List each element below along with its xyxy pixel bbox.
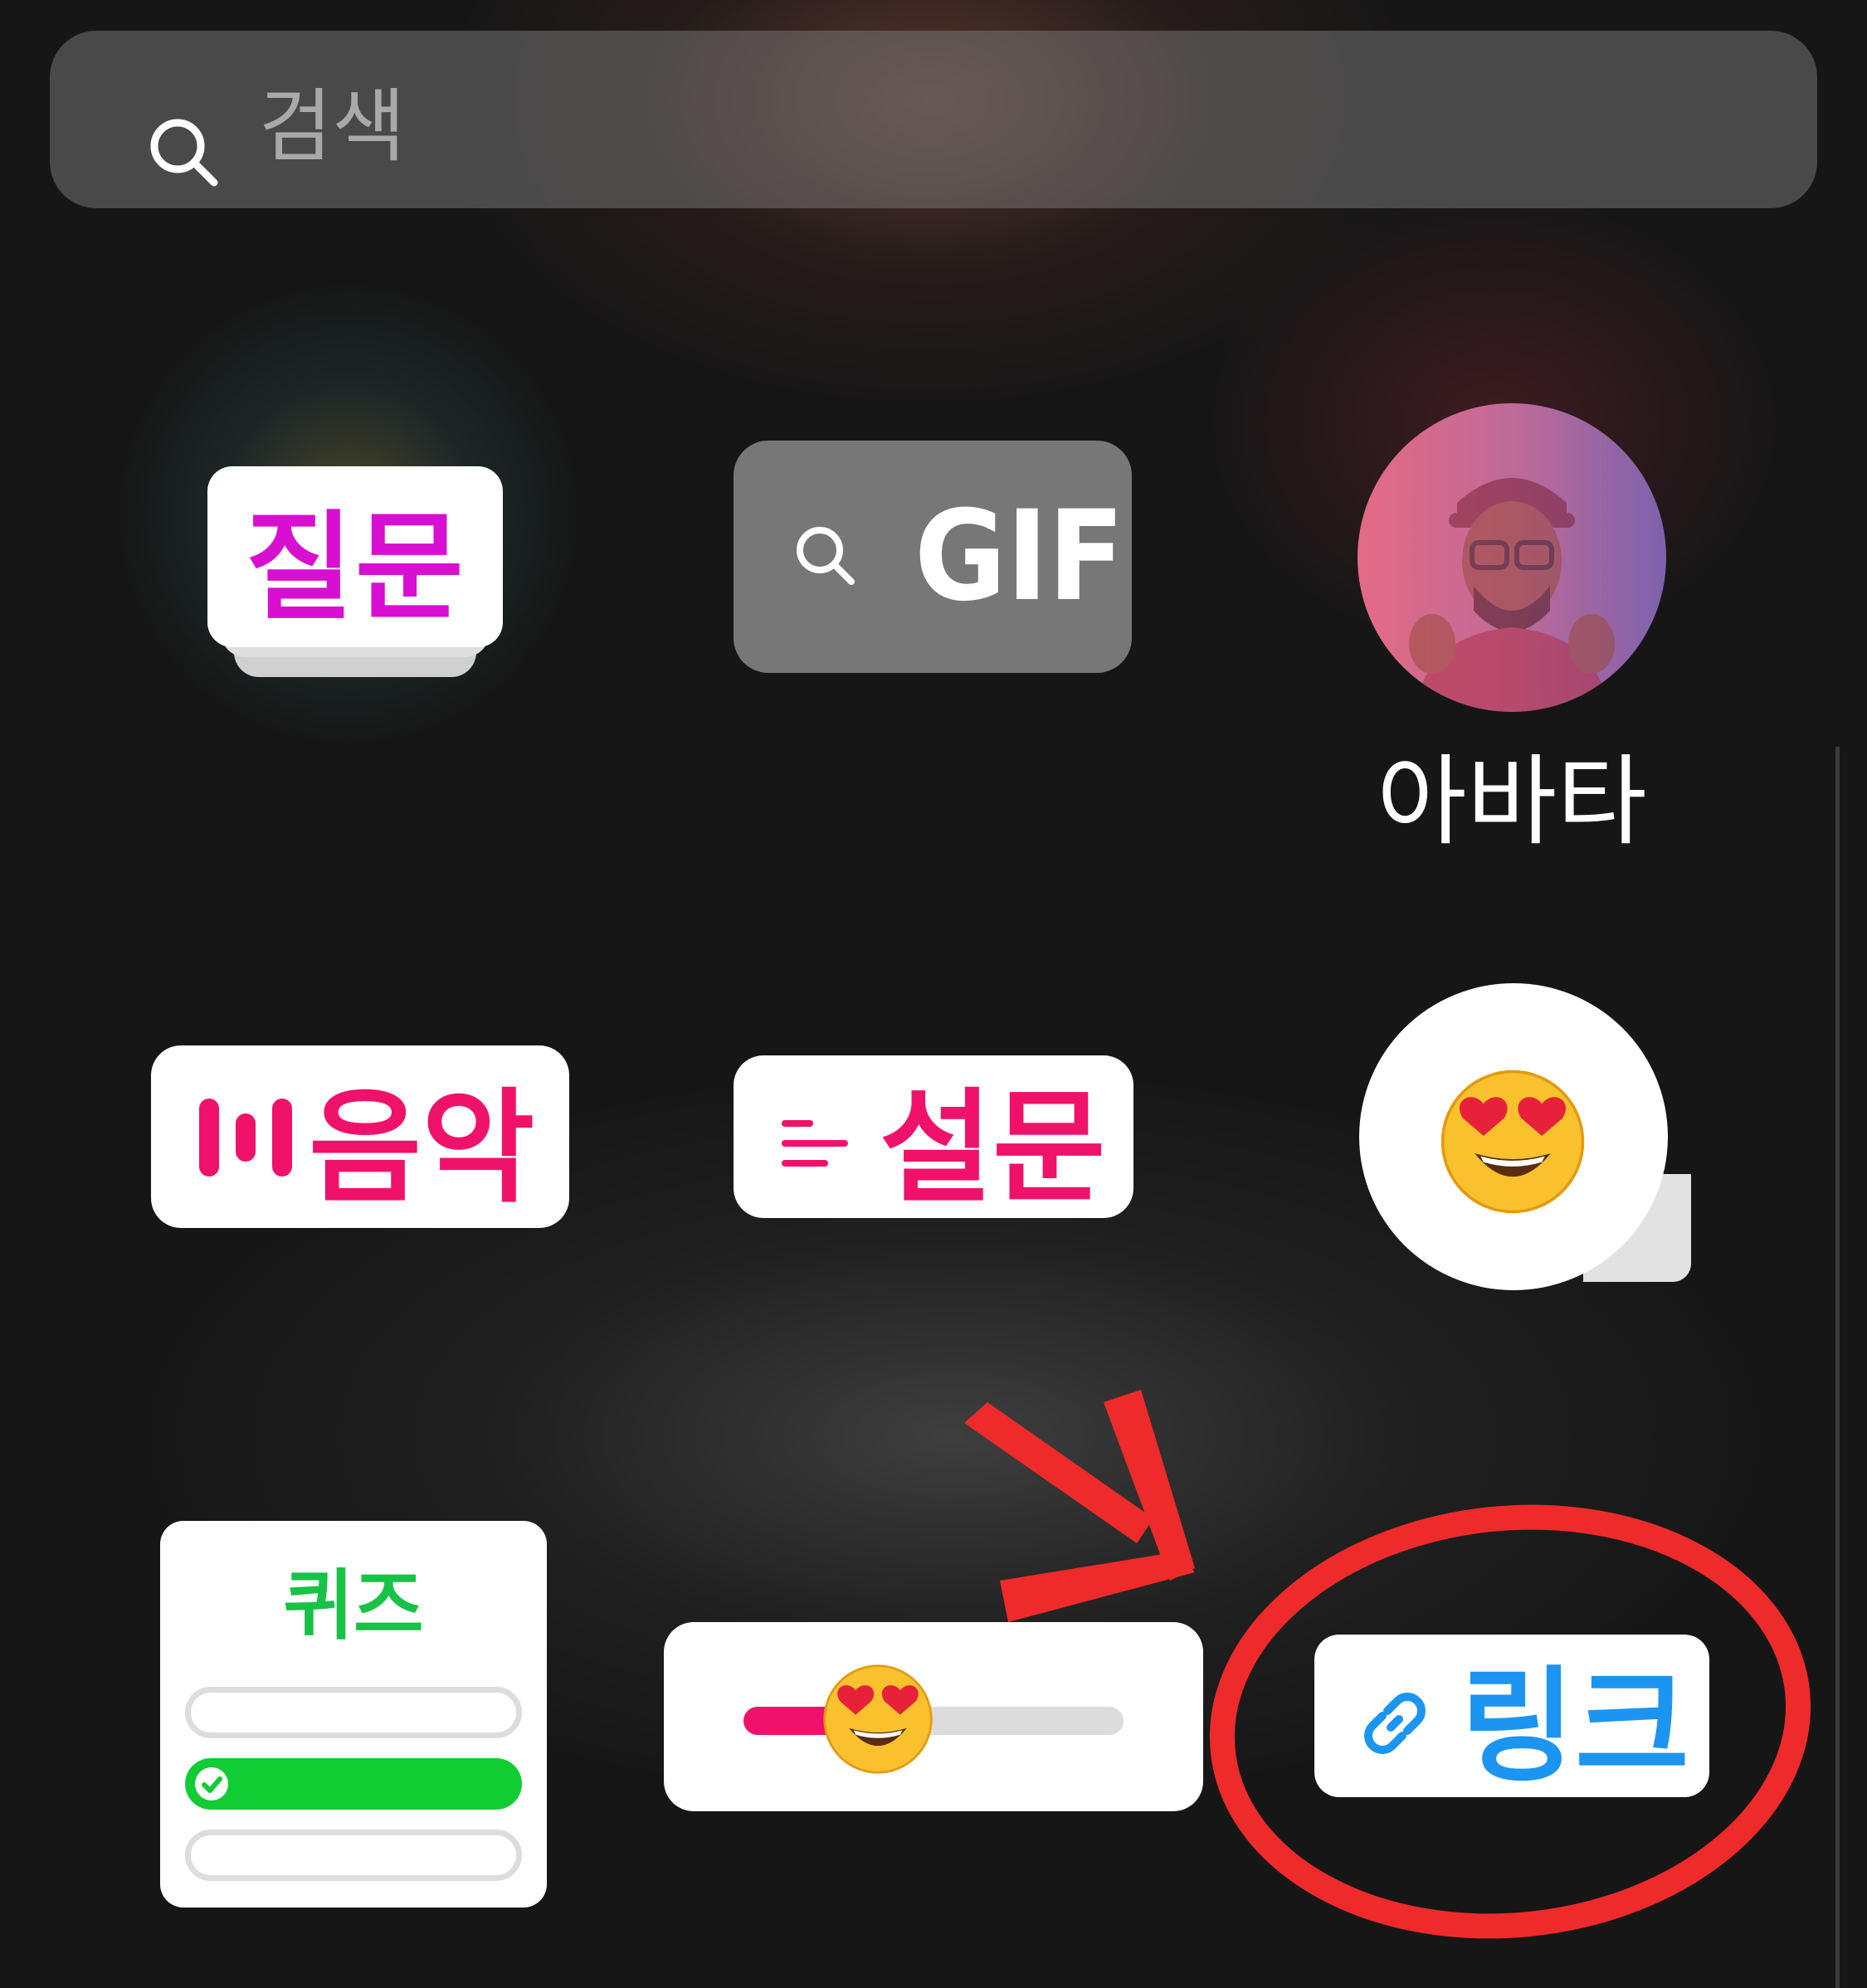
emoji-reaction-sticker[interactable] xyxy=(1359,983,1691,1290)
quiz-sticker-title: 퀴즈 xyxy=(283,1562,424,1650)
highlight-arrow xyxy=(964,1390,1195,1622)
search-placeholder: 검색 xyxy=(259,80,406,173)
quiz-sticker[interactable]: 퀴즈 xyxy=(160,1521,547,1908)
quiz-option xyxy=(185,1687,522,1738)
link-sticker[interactable]: 링크 xyxy=(1314,1635,1709,1800)
avatar-sticker[interactable]: 아바타 xyxy=(1358,403,1666,859)
quiz-option-correct xyxy=(185,1758,522,1810)
question-sticker[interactable]: 질문 xyxy=(207,466,503,677)
heart-eyes-emoji-icon xyxy=(1440,1070,1585,1214)
gif-sticker[interactable]: GIF xyxy=(734,441,1132,673)
search-bar[interactable]: 검색 xyxy=(50,31,1817,208)
search-icon xyxy=(150,119,218,187)
poll-lines-icon xyxy=(782,1109,848,1175)
music-bars-icon xyxy=(199,1099,292,1177)
checkmark-icon xyxy=(195,1767,228,1800)
avatar-sticker-label: 아바타 xyxy=(1377,744,1647,859)
emoji-slider-sticker[interactable] xyxy=(664,1622,1203,1811)
poll-sticker[interactable]: 설문 xyxy=(734,1055,1133,1220)
avatar-character-icon xyxy=(1409,478,1615,712)
gif-sticker-label: GIF xyxy=(914,485,1125,629)
music-sticker-label: 음악 xyxy=(309,1076,535,1220)
music-sticker[interactable]: 음악 xyxy=(151,1045,569,1228)
poll-sticker-label: 설문 xyxy=(880,1076,1106,1220)
scrollbar[interactable] xyxy=(1835,747,1840,1988)
link-icon xyxy=(1364,1693,1426,1754)
avatar xyxy=(1358,403,1666,712)
heart-eyes-emoji-icon xyxy=(823,1664,933,1774)
question-sticker-label: 질문 xyxy=(207,466,503,647)
quiz-option xyxy=(185,1830,522,1881)
link-sticker-label: 링크 xyxy=(1460,1654,1690,1800)
search-icon xyxy=(797,527,855,585)
